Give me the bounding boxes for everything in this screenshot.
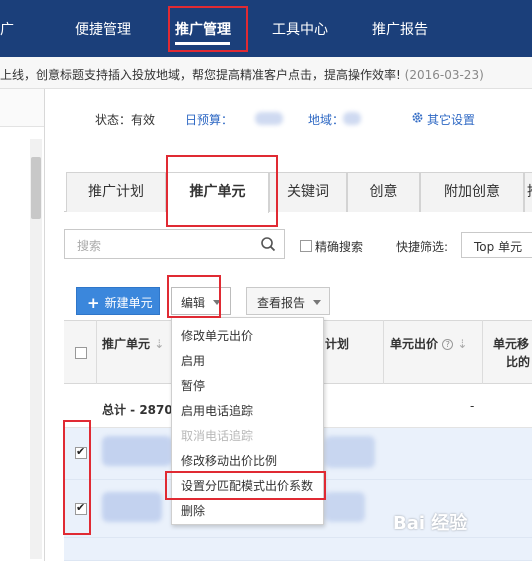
nav-item-promotion-report[interactable]: 推广报告 [372,19,428,39]
edit-dropdown-menu: 修改单元出价 启用 暂停 启用电话追踪 取消电话追踪 修改移动出价比例 设置分匹… [171,317,324,525]
left-tree-panel [0,89,45,561]
redacted-plan-name [325,436,375,468]
column-header-unit-bid[interactable]: 单元出价 ? ⇣ [390,335,467,352]
sort-icon: ⇣ [457,337,468,351]
notice-text: 上线，创意标题支持插入投放地域，帮您提高精准客户点击，提高操作效率! (2016… [0,66,484,83]
top-nav: 广 便捷管理 推广管理 工具中心 推广报告 [0,0,532,57]
search-icon[interactable] [260,236,276,252]
column-header-mobile-ratio-2: 比的 [506,355,531,369]
table-row[interactable] [64,538,532,561]
edit-dropdown-button[interactable]: 编辑 [171,287,231,315]
nav-item-quick-manage[interactable]: 便捷管理 [75,19,131,39]
help-icon: ? [442,339,454,350]
quick-filter-label: 快捷筛选: [396,240,449,254]
column-header-plan[interactable]: 计划 [325,335,349,352]
gear-icon [412,112,423,123]
nav-item-promotion-manage[interactable]: 推广管理 [175,19,231,39]
watermark-logo: Bai 经验 [393,513,468,534]
view-report-button[interactable]: 查看报告 [246,287,330,315]
menu-item-delete[interactable]: 删除 [181,502,205,519]
edit-label: 编辑 [181,296,206,310]
menu-item-cancel-call-tracking: 取消电话追踪 [181,429,254,443]
row-checkbox[interactable] [75,445,87,459]
column-header-unit[interactable]: 推广单元 ⇣ [102,335,164,352]
menu-item-pause[interactable]: 暂停 [181,377,205,394]
redacted-budget [255,112,283,125]
notice-bar: 上线，创意标题支持插入投放地域，帮您提高精准客户点击，提高操作效率! (2016… [0,57,532,89]
column-divider [482,320,483,384]
redacted-unit-name [102,492,162,522]
column-divider [96,320,97,384]
daily-budget-link[interactable]: 日预算： [185,111,233,128]
status-text: 状态：有效 [95,113,156,127]
notice-message: 上线，创意标题支持插入投放地域，帮您提高精准客户点击，提高操作效率! [0,68,401,82]
tab-ad-unit[interactable]: 推广单元 [166,172,269,213]
column-divider [383,320,384,384]
other-settings-link[interactable]: 其它设置 [411,111,475,127]
nav-item-cut[interactable]: 广 [0,19,14,39]
region-link[interactable]: 地域： [308,111,344,128]
tab-more[interactable]: 推 [524,172,532,212]
tab-bar: 推广计划 推广单元 关键词 创意 附加创意 推 [64,172,532,213]
notice-date: (2016-03-23) [404,68,484,82]
chevron-down-icon [313,300,322,305]
total-dash: - [470,399,475,413]
total-label: 总计 - 2870 [102,403,173,417]
tab-campaign[interactable]: 推广计划 [66,172,166,212]
menu-item-enable[interactable]: 启用 [181,352,205,369]
redacted-unit-name [102,436,172,466]
new-unit-button[interactable]: + 新建单元 [76,287,160,315]
tab-keyword[interactable]: 关键词 [269,172,347,212]
menu-item-modify-mobile-ratio[interactable]: 修改移动出价比例 [181,452,277,469]
tab-extra-creative[interactable]: 附加创意 [420,172,524,212]
quick-filter-value: Top 单元 [474,240,523,254]
view-report-label: 查看报告 [257,296,306,310]
column-header-mobile-ratio[interactable]: 单元移 [493,335,529,352]
new-unit-label: 新建单元 [104,296,153,310]
search-box[interactable]: 搜索 [64,229,285,259]
sort-icon: ⇣ [154,337,165,351]
exact-search-checkbox[interactable] [300,240,312,252]
exact-search-label: 精确搜索 [315,240,364,254]
menu-item-enable-call-tracking[interactable]: 启用电话追踪 [181,402,253,419]
row-checkbox[interactable] [75,501,87,515]
nav-item-tool-center[interactable]: 工具中心 [272,19,328,39]
active-nav-underline [175,42,230,45]
other-settings-label: 其它设置 [427,113,476,127]
left-scroll-thumb[interactable] [31,157,41,219]
menu-item-modify-unit-bid[interactable]: 修改单元出价 [181,327,253,344]
quick-filter-select[interactable]: Top 单元 [461,232,532,258]
search-placeholder: 搜索 [77,239,102,253]
chevron-down-icon [213,300,222,305]
plus-icon: + [87,294,100,312]
left-panel-header [0,89,44,127]
redacted-plan-name [325,492,365,522]
menu-item-match-mode-bid-factor[interactable]: 设置分匹配模式出价系数 [181,477,313,494]
select-all-checkbox[interactable] [75,347,87,359]
redacted-region [343,112,361,125]
tab-creative[interactable]: 创意 [347,172,420,212]
